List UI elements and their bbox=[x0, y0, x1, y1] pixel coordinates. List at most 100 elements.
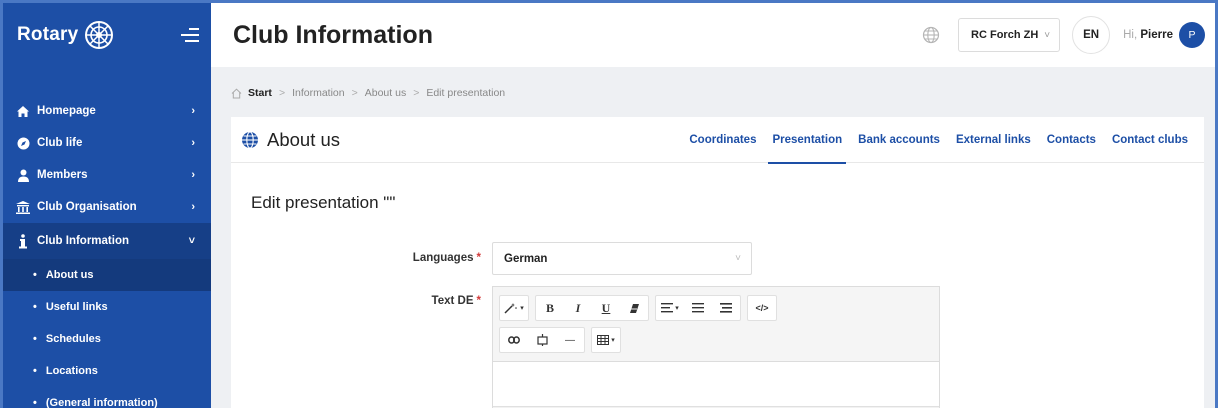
chevron-down-icon: ˅ bbox=[735, 253, 741, 264]
home-icon bbox=[15, 103, 31, 119]
sidebar-item-club-organisation[interactable]: Club Organisation › bbox=[3, 191, 211, 223]
user-greeting[interactable]: Hi, Pierre bbox=[1123, 29, 1173, 41]
table-button[interactable]: ▾ bbox=[592, 328, 620, 352]
sidebar-item-label: Club Information bbox=[37, 235, 129, 247]
breadcrumb: Start > Information > About us > Edit pr… bbox=[231, 87, 505, 99]
language-button[interactable]: EN bbox=[1072, 16, 1111, 54]
breadcrumb-about-us[interactable]: About us bbox=[365, 87, 406, 99]
logo-text[interactable]: Rotary bbox=[17, 24, 78, 46]
toolbar-group-insert: — bbox=[499, 327, 585, 353]
menu-toggle-icon[interactable] bbox=[177, 27, 199, 43]
toolbar-group-paragraph: ▾ bbox=[655, 295, 741, 321]
breadcrumb-separator: > bbox=[351, 87, 358, 99]
club-select-value: RC Forch ZH bbox=[971, 29, 1039, 41]
editor-text-area[interactable] bbox=[493, 362, 939, 406]
toolbar-group-code: </> bbox=[747, 295, 777, 321]
about-us-card: About us Coordinates Presentation Bank a… bbox=[231, 117, 1204, 408]
tab-external-links[interactable]: External links bbox=[948, 117, 1039, 163]
sidebar-subitem-locations[interactable]: • Locations bbox=[3, 355, 211, 387]
sidebar-subitem-useful-links[interactable]: • Useful links bbox=[3, 291, 211, 323]
toolbar-group-style: ▾ bbox=[499, 295, 529, 321]
sidebar-item-club-information[interactable]: Club Information ˅ bbox=[3, 223, 211, 259]
list-ol-icon bbox=[720, 303, 732, 313]
globe-icon bbox=[242, 130, 258, 149]
chevron-down-icon: ˅ bbox=[1044, 29, 1051, 41]
breadcrumb-start[interactable]: Start bbox=[248, 87, 272, 99]
tab-coordinates[interactable]: Coordinates bbox=[681, 117, 764, 163]
home-outline-icon[interactable] bbox=[231, 88, 242, 99]
sidebar-item-label: Members bbox=[37, 169, 88, 181]
sidebar-subitem-schedules[interactable]: • Schedules bbox=[3, 323, 211, 355]
sidebar-item-homepage[interactable]: Homepage › bbox=[3, 95, 211, 127]
club-select[interactable]: RC Forch ZH ˅ bbox=[958, 18, 1061, 52]
list-ul-icon bbox=[692, 303, 704, 313]
required-mark: * bbox=[476, 252, 481, 264]
toolbar-group-table: ▾ bbox=[591, 327, 621, 353]
breadcrumb-separator: > bbox=[278, 87, 286, 99]
unordered-list-button[interactable] bbox=[684, 296, 712, 320]
tab-bank-accounts[interactable]: Bank accounts bbox=[850, 117, 948, 163]
align-button[interactable]: ▾ bbox=[656, 296, 684, 320]
languages-select-value: German bbox=[504, 252, 548, 265]
rotary-wheel-icon bbox=[85, 21, 114, 49]
sidebar-subitem-label: About us bbox=[45, 269, 94, 281]
text-de-label-text: Text DE bbox=[431, 295, 474, 307]
magic-wand-icon bbox=[504, 303, 518, 314]
bold-button[interactable]: B bbox=[536, 296, 564, 320]
breadcrumb-information[interactable]: Information bbox=[292, 87, 345, 99]
magic-wand-button[interactable]: ▾ bbox=[500, 296, 528, 320]
horizontal-rule-button[interactable]: — bbox=[556, 328, 584, 352]
avatar[interactable]: P bbox=[1179, 22, 1205, 48]
ordered-list-button[interactable] bbox=[712, 296, 740, 320]
toolbar-row-1: ▾ B I U ▾ </> bbox=[499, 295, 939, 321]
bullet-icon: • bbox=[33, 269, 37, 281]
rich-text-editor: ▾ B I U ▾ </> — ▾ bbox=[492, 286, 940, 408]
greeting-prefix: Hi, bbox=[1123, 29, 1138, 41]
text-de-label: Text DE * bbox=[231, 295, 481, 307]
sidebar-item-label: Club Organisation bbox=[37, 201, 137, 213]
code-view-button[interactable]: </> bbox=[748, 296, 776, 320]
sidebar-subitem-about-us[interactable]: • About us bbox=[3, 259, 211, 291]
required-mark: * bbox=[476, 295, 481, 307]
topbar: Club Information RC Forch ZH ˅ EN Hi, Pi… bbox=[211, 3, 1215, 67]
sidebar-subitem-general-information[interactable]: • (General information) bbox=[3, 387, 211, 408]
languages-select[interactable]: German ˅ bbox=[492, 242, 752, 275]
bullet-icon: • bbox=[33, 397, 37, 408]
toolbar-row-2: — ▾ bbox=[499, 327, 939, 353]
dropdown-caret-icon: ▾ bbox=[520, 305, 524, 312]
bullet-icon: • bbox=[33, 365, 37, 377]
link-button[interactable] bbox=[500, 328, 528, 352]
user-name: Pierre bbox=[1140, 29, 1173, 41]
sidebar-item-label: Club life bbox=[37, 137, 83, 149]
logo-row: Rotary bbox=[3, 3, 211, 67]
card-tabs: Coordinates Presentation Bank accounts E… bbox=[681, 117, 1196, 164]
sidebar-subitem-label: Locations bbox=[45, 365, 98, 377]
languages-label-text: Languages bbox=[412, 252, 474, 264]
picture-icon bbox=[536, 334, 548, 346]
card-title-text: About us bbox=[267, 128, 341, 150]
tab-contact-clubs[interactable]: Contact clubs bbox=[1104, 117, 1196, 163]
content-area: Start > Information > About us > Edit pr… bbox=[211, 67, 1215, 408]
italic-button[interactable]: I bbox=[564, 296, 592, 320]
underline-button[interactable]: U bbox=[592, 296, 620, 320]
form-title: Edit presentation "" bbox=[251, 193, 396, 212]
sidebar-nav: Homepage › Club life › Members › Club Or… bbox=[3, 95, 211, 408]
eraser-icon bbox=[629, 303, 639, 313]
card-header: About us Coordinates Presentation Bank a… bbox=[231, 117, 1204, 164]
page-title: Club Information bbox=[233, 20, 433, 49]
chevron-right-icon: › bbox=[191, 105, 195, 117]
image-button[interactable] bbox=[528, 328, 556, 352]
card-title: About us bbox=[241, 129, 340, 151]
compass-icon bbox=[15, 135, 31, 151]
sidebar-item-members[interactable]: Members › bbox=[3, 159, 211, 191]
tab-presentation[interactable]: Presentation bbox=[764, 117, 850, 164]
clear-format-button[interactable] bbox=[620, 296, 648, 320]
sidebar-item-label: Homepage bbox=[37, 105, 96, 117]
sidebar-item-club-life[interactable]: Club life › bbox=[3, 127, 211, 159]
sidebar: Rotary Homepage › Club life › Members › … bbox=[3, 3, 211, 408]
tab-contacts[interactable]: Contacts bbox=[1039, 117, 1104, 163]
sidebar-submenu-rest: • Useful links • Schedules • Locations •… bbox=[3, 291, 211, 408]
chevron-right-icon: › bbox=[191, 169, 195, 181]
globe-icon[interactable] bbox=[922, 26, 940, 44]
user-icon bbox=[15, 167, 31, 183]
